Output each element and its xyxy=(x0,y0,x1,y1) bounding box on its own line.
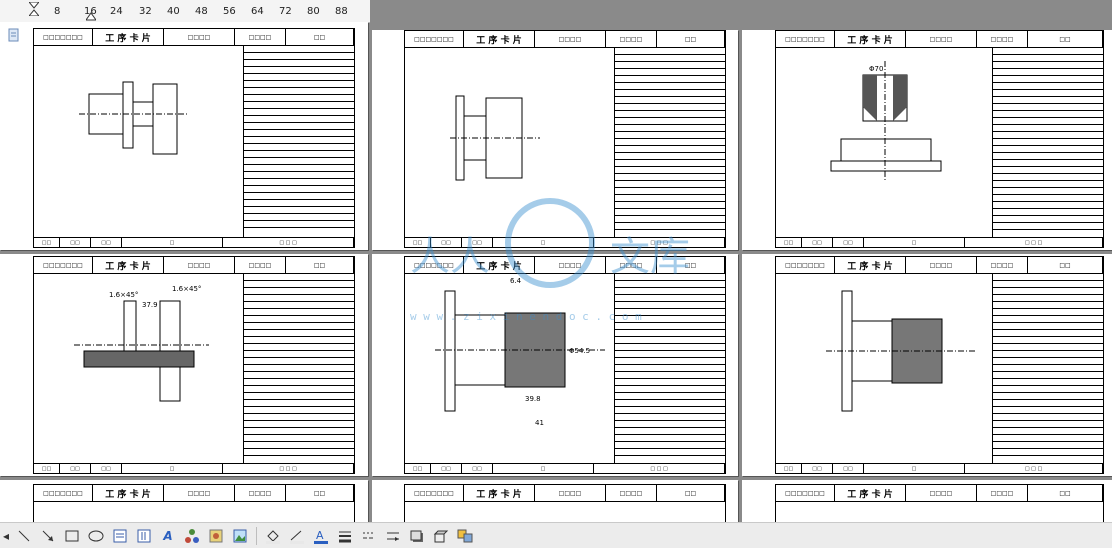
svg-text:A: A xyxy=(316,529,324,542)
watermark-url: w w w . z i x i n e n d o c . c o m xyxy=(410,310,642,323)
ruler-tick: 40 xyxy=(167,6,180,17)
card-title: 工 序 卡 片 xyxy=(93,257,164,273)
oval-icon[interactable] xyxy=(86,526,106,546)
arrow-icon[interactable] xyxy=(38,526,58,546)
document-icon xyxy=(8,28,19,42)
ruler-tick: 16 xyxy=(84,6,97,17)
textbox-icon[interactable] xyxy=(110,526,130,546)
svg-text:人人: 人人 xyxy=(410,234,490,280)
ruler-tick: 88 xyxy=(335,6,348,17)
part-drawing xyxy=(450,95,540,181)
rectangle-icon[interactable] xyxy=(62,526,82,546)
ruler-tick: 32 xyxy=(139,6,152,17)
ruler-tick: 64 xyxy=(251,6,264,17)
card-title: 工 序 卡 片 xyxy=(835,485,906,501)
ruler-tick: 80 xyxy=(307,6,320,17)
process-table xyxy=(243,46,354,237)
dimension-label: 1.6×45° xyxy=(172,285,201,293)
process-card: □□□□□□□ 工 序 卡 片 □□□□ □□□□ □□ xyxy=(33,484,355,523)
ruler-tick: 8 xyxy=(54,6,61,17)
dash-style-icon[interactable] xyxy=(359,526,379,546)
font-color-icon[interactable]: A xyxy=(311,526,331,546)
ruler-background xyxy=(370,0,1112,22)
select-objects-icon[interactable] xyxy=(455,526,475,546)
ruler-tick: 24 xyxy=(110,6,123,17)
dimension-label: 37.9 xyxy=(142,301,158,309)
line-style-icon[interactable] xyxy=(335,526,355,546)
watermark-logo: 人人 文库 w w w . z i x i n e n d o c . c o … xyxy=(410,198,690,323)
card-title: 工 序 卡 片 xyxy=(93,485,164,501)
card-title: 工 序 卡 片 xyxy=(835,257,906,273)
drawing-toolbar: ◂ A A xyxy=(0,522,1112,548)
dimension-label: Φ54.5 xyxy=(569,347,590,355)
ruler-tick: 48 xyxy=(195,6,208,17)
card-title: 工 序 卡 片 xyxy=(93,29,164,45)
vertical-textbox-icon[interactable] xyxy=(134,526,154,546)
draw-arrow[interactable]: ◂ xyxy=(2,526,10,546)
part-drawing: Φ70 xyxy=(830,61,942,181)
process-card: □□□□□□□ 工 序 卡 片 □□□□ □□□□ □□ □□ □□ □□ □ □ □ □ xyxy=(775,256,1104,474)
card-title: 工 序 卡 片 xyxy=(464,485,535,501)
line-color-icon[interactable] xyxy=(287,526,307,546)
process-card: □□□□□□□ 工 序 卡 片 □□□□ □□□□ □□ □□ □□ □□ □ □ □ □ 1.… xyxy=(33,256,355,474)
process-card: □□□□□□□ 工 序 卡 片 □□□□ □□□□ □□ □□ □□ □□ □ □ □ □ Φ7… xyxy=(775,30,1104,248)
arrow-style-icon[interactable] xyxy=(383,526,403,546)
shadow-icon[interactable] xyxy=(407,526,427,546)
card-title: 工 序 卡 片 xyxy=(464,31,535,47)
dimension-label: 39.8 xyxy=(525,395,541,403)
process-card: □□□□□□□ 工 序 卡 片 □□□□ □□□□ □□ □□ □□ □□ □ □ □ □ xyxy=(33,28,355,248)
part-drawing xyxy=(79,81,189,155)
ruler-tick: 72 xyxy=(279,6,292,17)
fill-color-icon[interactable] xyxy=(263,526,283,546)
dimension-label: Φ70 xyxy=(869,65,883,73)
horizontal-ruler[interactable]: 8 16 24 32 40 48 56 64 72 80 88 xyxy=(0,0,370,23)
ruler-tick: 56 xyxy=(223,6,236,17)
process-card: □□□□□□□ 工 序 卡 片 □□□□ □□□□ □□ xyxy=(775,484,1104,523)
toolbar-separator xyxy=(256,526,257,545)
line-icon[interactable] xyxy=(14,526,34,546)
picture-icon[interactable] xyxy=(230,526,250,546)
clipart-icon[interactable] xyxy=(206,526,226,546)
indent-marker-icon[interactable] xyxy=(29,2,39,16)
wordart-icon[interactable]: A xyxy=(158,526,178,546)
part-drawing xyxy=(826,290,976,412)
card-title: 工 序 卡 片 xyxy=(835,31,906,47)
process-card: □□□□□□□ 工 序 卡 片 □□□□ □□□□ □□ xyxy=(404,484,726,523)
3d-icon[interactable] xyxy=(431,526,451,546)
part-drawing: 1.6×45° 37.9 1.6×45° xyxy=(74,285,209,402)
svg-text:文库: 文库 xyxy=(610,234,690,280)
dimension-label: 41 xyxy=(535,419,544,427)
dimension-label: 1.6×45° xyxy=(109,291,138,299)
diagram-icon[interactable] xyxy=(182,526,202,546)
